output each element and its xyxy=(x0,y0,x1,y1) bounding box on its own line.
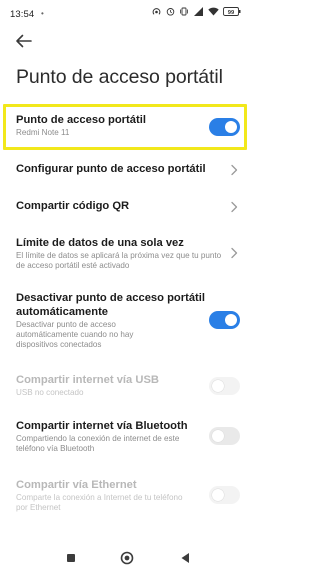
setting-usb: Compartir internet vía USB USB no conect… xyxy=(16,373,250,401)
toggle-knob xyxy=(225,121,237,133)
chevron-right-icon xyxy=(231,201,238,213)
setting-auto-off[interactable]: Desactivar punto de acceso portátil auto… xyxy=(16,291,250,357)
setting-bluetooth[interactable]: Compartir internet vía Bluetooth Compart… xyxy=(16,419,250,457)
back-arrow-icon[interactable] xyxy=(14,33,34,49)
toggle-knob xyxy=(225,314,237,326)
setting-ethernet: Compartir vía Ethernet Comparte la conex… xyxy=(16,478,250,516)
status-bar: 13:54 • 99 xyxy=(0,0,250,22)
setting-title: Compartir código QR xyxy=(16,200,130,212)
signal-icon xyxy=(194,7,203,16)
battery-level: 99 xyxy=(228,10,235,16)
setting-title: Configurar punto de acceso portátil xyxy=(16,163,206,175)
home-icon[interactable] xyxy=(120,551,134,565)
usb-toggle xyxy=(209,377,240,395)
vibrate-icon xyxy=(180,7,188,16)
setting-subtitle: Comparte la conexión a Internet de tu te… xyxy=(16,493,183,513)
toggle-knob xyxy=(212,380,224,392)
setting-title-line1: Desactivar punto de acceso portátil xyxy=(16,292,206,304)
alarm-icon xyxy=(166,8,175,16)
hotspot-toggle[interactable] xyxy=(209,118,240,136)
notification-dot: • xyxy=(41,9,44,18)
hotspot-icon xyxy=(152,8,161,15)
setting-configure[interactable]: Configurar punto de acceso portátil xyxy=(16,162,250,178)
page-title: Punto de acceso portátil xyxy=(16,66,223,88)
auto-off-toggle[interactable] xyxy=(209,311,240,329)
setting-subtitle: Desactivar punto de acceso automáticamen… xyxy=(16,320,134,350)
status-icons: 99 xyxy=(151,7,241,16)
status-time: 13:54 xyxy=(10,9,35,20)
nav-bar xyxy=(0,548,250,572)
chevron-right-icon xyxy=(231,247,238,259)
battery-icon: 99 xyxy=(223,7,241,16)
setting-qr[interactable]: Compartir código QR xyxy=(16,199,250,215)
bluetooth-toggle[interactable] xyxy=(209,427,240,445)
setting-title: Límite de datos de una sola vez xyxy=(16,237,184,249)
ethernet-toggle xyxy=(209,486,240,504)
wifi-icon xyxy=(208,7,219,16)
setting-hotspot[interactable]: Punto de acceso portátil Redmi Note 11 xyxy=(16,113,250,143)
chevron-right-icon xyxy=(231,164,238,176)
setting-subtitle: El límite de datos se aplicará la próxim… xyxy=(16,251,222,271)
back-icon[interactable] xyxy=(180,552,190,564)
setting-subtitle: Compartiendo la conexión de internet de … xyxy=(16,434,180,454)
recents-icon[interactable] xyxy=(67,554,75,562)
toggle-knob xyxy=(212,489,224,501)
setting-data-limit[interactable]: Límite de datos de una sola vez El límit… xyxy=(16,236,250,272)
toggle-knob xyxy=(212,430,224,442)
